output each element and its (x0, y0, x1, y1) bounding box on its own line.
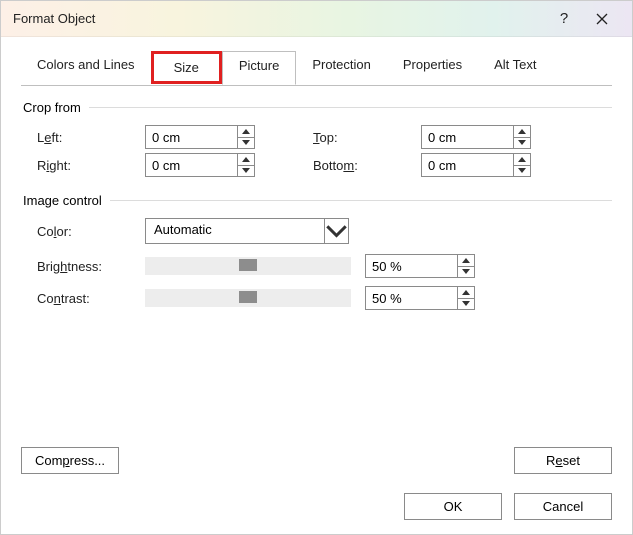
bottom-input[interactable] (422, 154, 513, 176)
top-label: Top: (313, 130, 421, 145)
contrast-spinner[interactable] (365, 286, 475, 310)
bottom-spin-up[interactable] (514, 154, 530, 166)
right-spin-buttons (237, 154, 254, 176)
left-spin-down[interactable] (238, 138, 254, 149)
format-object-dialog: Format Object ? Colors and Lines Size Pi… (0, 0, 633, 535)
left-label: Left: (37, 130, 145, 145)
chevron-down-icon (518, 140, 526, 145)
bottom-button-row: Compress... Reset (21, 447, 612, 474)
cancel-button[interactable]: Cancel (514, 493, 612, 520)
tab-alt-text[interactable]: Alt Text (478, 51, 552, 84)
chevron-up-icon (242, 129, 250, 134)
chevron-up-icon (462, 290, 470, 295)
brightness-slider[interactable] (145, 257, 351, 275)
left-spin-buttons (237, 126, 254, 148)
chevron-up-icon (518, 129, 526, 134)
dialog-content: Colors and Lines Size Picture Protection… (1, 37, 632, 534)
brightness-input[interactable] (366, 255, 457, 277)
top-spin-down[interactable] (514, 138, 530, 149)
left-spin-up[interactable] (238, 126, 254, 138)
dialog-footer: OK Cancel (404, 493, 612, 520)
chevron-down-icon (462, 269, 470, 274)
contrast-row: Contrast: (21, 286, 612, 310)
brightness-spinner[interactable] (365, 254, 475, 278)
ok-button[interactable]: OK (404, 493, 502, 520)
title-bar: Format Object ? (1, 1, 632, 37)
contrast-spin-down[interactable] (458, 299, 474, 310)
divider (110, 200, 612, 201)
contrast-spin-buttons (457, 287, 474, 309)
bottom-label: Bottom: (313, 158, 421, 173)
tab-size[interactable]: Size (154, 54, 219, 81)
chevron-down-icon (242, 140, 250, 145)
right-spinner[interactable] (145, 153, 255, 177)
brightness-spin-buttons (457, 255, 474, 277)
tab-colors-and-lines[interactable]: Colors and Lines (21, 51, 151, 84)
group-crop-from-label: Crop from (23, 100, 81, 115)
right-label: Right: (37, 158, 145, 173)
chevron-up-icon (462, 258, 470, 263)
compress-button[interactable]: Compress... (21, 447, 119, 474)
crop-row-2: Right: Bottom: (21, 153, 612, 177)
color-select-value: Automatic (146, 219, 324, 243)
contrast-label: Contrast: (37, 291, 145, 306)
brightness-spin-up[interactable] (458, 255, 474, 267)
chevron-down-icon (325, 224, 348, 238)
right-spin-down[interactable] (238, 166, 254, 177)
close-button[interactable] (582, 5, 622, 33)
close-icon (596, 13, 608, 25)
right-spin-up[interactable] (238, 154, 254, 166)
tab-strip: Colors and Lines Size Picture Protection… (21, 51, 632, 85)
bottom-spin-down[interactable] (514, 166, 530, 177)
chevron-down-icon (462, 301, 470, 306)
reset-button[interactable]: Reset (514, 447, 612, 474)
top-spinner[interactable] (421, 125, 531, 149)
chevron-up-icon (242, 157, 250, 162)
crop-row-1: Left: Top: (21, 125, 612, 149)
top-spin-buttons (513, 126, 530, 148)
tab-picture[interactable]: Picture (222, 51, 296, 85)
color-select-toggle[interactable] (324, 219, 348, 243)
tab-properties[interactable]: Properties (387, 51, 478, 84)
top-spin-up[interactable] (514, 126, 530, 138)
group-crop-from: Crop from (23, 100, 612, 115)
group-image-control-label: Image control (23, 193, 102, 208)
brightness-slider-thumb[interactable] (239, 259, 257, 271)
bottom-spinner[interactable] (421, 153, 531, 177)
dialog-title: Format Object (13, 11, 546, 26)
brightness-label: Brightness: (37, 259, 145, 274)
brightness-spin-down[interactable] (458, 267, 474, 278)
chevron-up-icon (518, 157, 526, 162)
left-spinner[interactable] (145, 125, 255, 149)
help-button[interactable]: ? (546, 5, 582, 33)
group-image-control: Image control (23, 193, 612, 208)
contrast-slider[interactable] (145, 289, 351, 307)
divider (89, 107, 612, 108)
right-input[interactable] (146, 154, 237, 176)
tab-panel: Crop from Left: Top: (21, 85, 612, 310)
bottom-spin-buttons (513, 154, 530, 176)
chevron-down-icon (518, 168, 526, 173)
chevron-down-icon (242, 168, 250, 173)
color-label: Color: (37, 224, 145, 239)
contrast-spin-up[interactable] (458, 287, 474, 299)
contrast-input[interactable] (366, 287, 457, 309)
size-tab-highlight: Size (151, 51, 222, 84)
tab-protection[interactable]: Protection (296, 51, 387, 84)
contrast-slider-thumb[interactable] (239, 291, 257, 303)
left-input[interactable] (146, 126, 237, 148)
brightness-row: Brightness: (21, 254, 612, 278)
color-select[interactable]: Automatic (145, 218, 349, 244)
color-row: Color: Automatic (21, 218, 612, 244)
top-input[interactable] (422, 126, 513, 148)
